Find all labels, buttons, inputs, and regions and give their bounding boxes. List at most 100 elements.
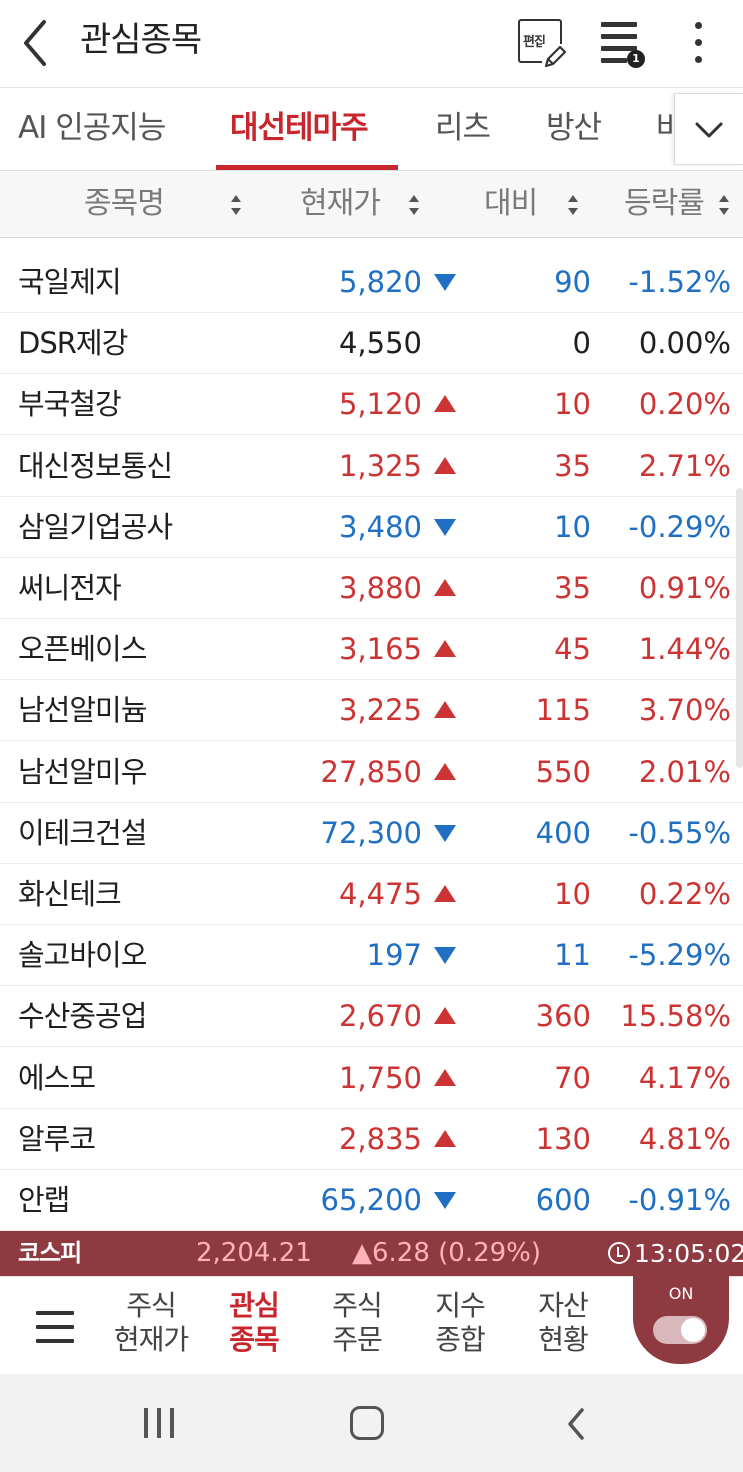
stock-row[interactable]: 남선알미늄 3,225 115 3.70% bbox=[0, 680, 743, 742]
stock-name: 대신정보통신 bbox=[18, 448, 173, 483]
stock-rate: 0.20% bbox=[638, 387, 731, 422]
stock-name: 삼일기업공사 bbox=[18, 509, 173, 544]
triangle-up-icon bbox=[434, 1068, 456, 1086]
dot-icon bbox=[695, 22, 702, 29]
stock-row[interactable]: 이테크건설 72,300 400 -0.55% bbox=[0, 803, 743, 864]
stock-price: 72,300 bbox=[320, 815, 422, 850]
col-name-header[interactable]: 종목명 bbox=[84, 172, 165, 238]
nav-line2: 현황 bbox=[538, 1323, 589, 1356]
system-back-button[interactable] bbox=[562, 1404, 592, 1444]
toggle-switch[interactable] bbox=[653, 1316, 707, 1344]
stock-row[interactable]: 화신테크 4,475 10 0.22% bbox=[0, 864, 743, 925]
stock-price: 4,550 bbox=[338, 326, 422, 361]
stock-name: DSR제강 bbox=[18, 326, 128, 361]
recent-apps-button[interactable] bbox=[144, 1408, 176, 1438]
nav-assets[interactable]: 자산 현황 bbox=[513, 1289, 613, 1357]
nav-line1: 주식 bbox=[332, 1289, 383, 1322]
dot-icon bbox=[695, 56, 702, 63]
stock-change: 0 bbox=[572, 326, 591, 361]
sort-icon[interactable] bbox=[230, 194, 242, 216]
stock-price: 3,880 bbox=[338, 571, 422, 605]
stock-row[interactable]: 대신정보통신 1,325 35 2.71% bbox=[0, 436, 743, 497]
stock-name: 화신테크 bbox=[18, 877, 122, 911]
watchlist-group-button[interactable]: 1 bbox=[597, 20, 653, 70]
stock-row[interactable]: 오픈베이스 3,165 45 1.44% bbox=[0, 619, 743, 681]
stock-name: 오픈베이스 bbox=[18, 632, 147, 667]
index-ticker[interactable]: 코스피 2,204.21 ▲6.28 (0.29%) 13:05:02 bbox=[0, 1231, 743, 1276]
stock-name: 남선알미늄 bbox=[18, 693, 147, 728]
sort-icon[interactable] bbox=[408, 194, 420, 216]
bottom-nav: 주식 현재가 관심 종목 주식 주문 지수 종합 자산 현황 bbox=[0, 1276, 743, 1374]
nav-index-summary[interactable]: 지수 종합 bbox=[410, 1289, 510, 1357]
edit-button[interactable]: 편집 bbox=[516, 16, 572, 72]
nav-stock-price[interactable]: 주식 현재가 bbox=[101, 1289, 201, 1357]
stock-name: 알루코 bbox=[18, 1121, 96, 1156]
stock-change: 70 bbox=[554, 1060, 591, 1095]
stock-row[interactable]: 국일제지 5,820 90 -1.52% bbox=[0, 252, 743, 313]
stock-rate: -0.29% bbox=[628, 509, 731, 544]
sort-icon[interactable] bbox=[567, 194, 579, 216]
triangle-up-icon bbox=[434, 640, 456, 658]
tab-ai[interactable]: AI 인공지능 bbox=[18, 89, 166, 170]
realtime-toggle[interactable]: ON bbox=[633, 1276, 729, 1364]
col-price-header[interactable]: 현재가 bbox=[300, 172, 381, 238]
tabs-expand-button[interactable] bbox=[674, 93, 743, 165]
scrollbar[interactable] bbox=[736, 488, 743, 768]
stock-row[interactable]: 에스모 1,750 70 4.17% bbox=[0, 1048, 743, 1109]
stock-price: 65,200 bbox=[320, 1183, 422, 1217]
stock-price: 3,480 bbox=[338, 509, 422, 544]
stock-row[interactable]: 안랩 65,200 600 -0.91% bbox=[0, 1170, 743, 1231]
nav-stock-order[interactable]: 주식 주문 bbox=[307, 1289, 407, 1357]
stock-row[interactable]: 삼일기업공사 3,480 10 -0.29% bbox=[0, 497, 743, 558]
stock-rate: 1.44% bbox=[638, 632, 731, 667]
nav-line1: 주식 bbox=[126, 1289, 177, 1322]
nav-line2: 현재가 bbox=[113, 1323, 189, 1356]
stock-name: 안랩 bbox=[18, 1183, 70, 1217]
stock-row[interactable]: 부국철강 5,120 10 0.20% bbox=[0, 374, 743, 436]
stock-change: 360 bbox=[535, 999, 591, 1034]
tab-defense[interactable]: 방산 bbox=[546, 89, 602, 170]
nav-line2: 종목 bbox=[229, 1323, 280, 1356]
stock-change: 10 bbox=[554, 509, 591, 544]
stock-row[interactable]: 알루코 2,835 130 4.81% bbox=[0, 1109, 743, 1170]
triangle-up-icon bbox=[434, 1007, 456, 1025]
stock-rate: 2.01% bbox=[638, 754, 731, 789]
index-value: 2,204.21 bbox=[196, 1238, 312, 1268]
hamburger-line-icon bbox=[36, 1339, 74, 1343]
nav-line1: 지수 bbox=[435, 1289, 486, 1322]
stock-rate: 4.81% bbox=[638, 1121, 731, 1156]
stock-row[interactable]: 써니전자 3,880 35 0.91% bbox=[0, 558, 743, 619]
stock-price: 3,165 bbox=[338, 632, 422, 667]
back-button[interactable] bbox=[14, 16, 64, 70]
toggle-label: ON bbox=[668, 1284, 694, 1303]
stock-rate: -0.55% bbox=[628, 815, 731, 850]
tab-election-theme[interactable]: 대선테마주 bbox=[230, 89, 369, 170]
col-change-header[interactable]: 대비 bbox=[484, 172, 538, 238]
col-rate-header[interactable]: 등락률 bbox=[624, 172, 705, 238]
stock-price: 1,750 bbox=[338, 1060, 422, 1095]
home-button[interactable] bbox=[350, 1406, 384, 1440]
tab-reits[interactable]: 리츠 bbox=[435, 89, 491, 170]
list-badge: 1 bbox=[627, 50, 645, 68]
toggle-knob bbox=[681, 1318, 705, 1342]
sort-icon[interactable] bbox=[718, 194, 730, 216]
stock-change: 600 bbox=[535, 1183, 591, 1217]
recent-bar-icon bbox=[157, 1408, 161, 1438]
nav-watchlist[interactable]: 관심 종목 bbox=[204, 1289, 304, 1357]
stock-rate: -1.52% bbox=[628, 265, 731, 299]
stock-name: 이테크건설 bbox=[18, 815, 147, 850]
menu-button[interactable] bbox=[36, 1311, 74, 1343]
chevron-left-icon bbox=[568, 1408, 584, 1440]
stock-change: 10 bbox=[554, 387, 591, 422]
stock-change: 11 bbox=[554, 938, 591, 973]
stock-change: 550 bbox=[535, 754, 591, 789]
more-options-button[interactable] bbox=[683, 20, 713, 66]
stock-row[interactable]: 남선알미우 27,850 550 2.01% bbox=[0, 742, 743, 803]
stock-row[interactable]: DSR제강 4,550 0 0.00% bbox=[0, 313, 743, 375]
stock-row[interactable]: 솔고바이오 197 11 -5.29% bbox=[0, 925, 743, 987]
stock-name: 국일제지 bbox=[18, 265, 122, 299]
triangle-down-icon bbox=[434, 1192, 456, 1209]
nav-line2: 주문 bbox=[332, 1323, 383, 1356]
stock-row[interactable]: 수산중공업 2,670 360 15.58% bbox=[0, 986, 743, 1048]
stock-rate: -0.91% bbox=[628, 1183, 731, 1217]
